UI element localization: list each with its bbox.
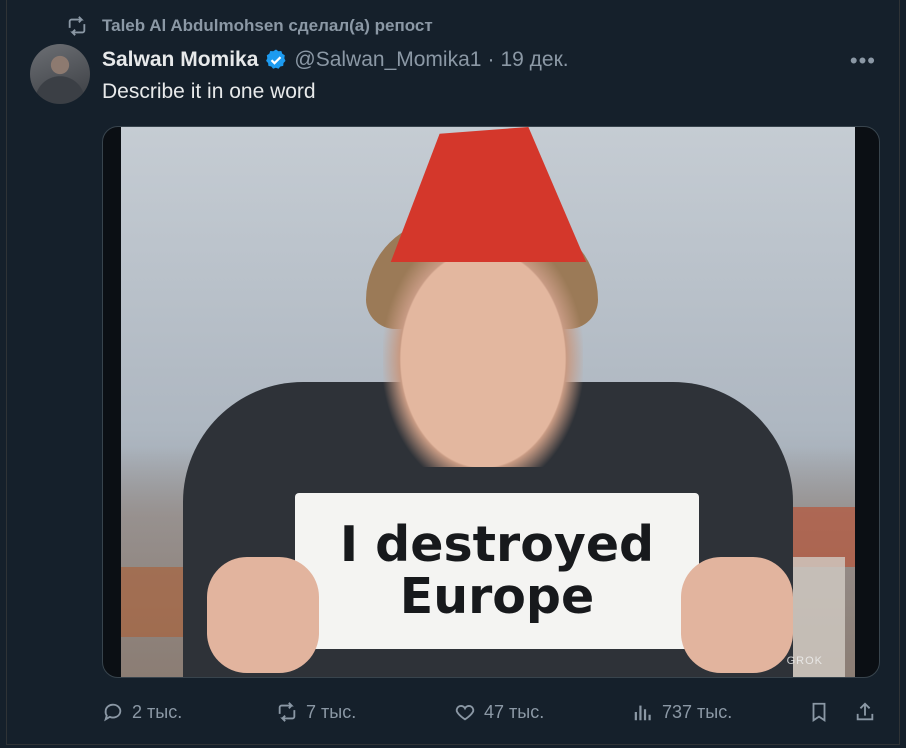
repost-banner[interactable]: Taleb Al Abdulmohsen сделал(а) репост	[66, 14, 433, 38]
avatar[interactable]	[30, 44, 90, 104]
heart-icon	[455, 705, 475, 721]
views-button[interactable]: 737 тыс.	[632, 701, 732, 723]
reply-button[interactable]: 2 тыс.	[102, 701, 182, 723]
red-hat	[390, 127, 587, 262]
watermark: GROK	[786, 655, 823, 667]
repost-button[interactable]: 7 тыс.	[276, 701, 356, 723]
tweet-header: Salwan Momika @Salwan_Momika1 · 19 дек.	[102, 46, 569, 74]
face	[383, 227, 583, 467]
share-button[interactable]	[854, 701, 876, 723]
repost-count: 7 тыс.	[306, 701, 357, 722]
right-hand	[681, 557, 793, 673]
share-icon	[856, 702, 874, 721]
bookmark-icon	[812, 702, 826, 722]
repost-icon	[68, 16, 86, 36]
verified-badge-icon[interactable]	[264, 48, 288, 72]
left-hand	[207, 557, 319, 673]
held-sign: I destroyed Europe	[295, 493, 699, 649]
author-name[interactable]: Salwan Momika	[102, 48, 258, 72]
sign-line-2: Europe	[399, 568, 595, 625]
separator-dot: ·	[487, 48, 495, 71]
author-handle[interactable]: @Salwan_Momika1	[294, 48, 481, 72]
bookmark-button[interactable]	[808, 701, 830, 723]
like-count: 47 тыс.	[484, 701, 545, 722]
sign-line-1: I destroyed	[339, 516, 655, 574]
repost-banner-text[interactable]: Taleb Al Abdulmohsen сделал(а) репост	[102, 16, 433, 36]
reply-count: 2 тыс.	[132, 701, 183, 722]
more-icon[interactable]: •••	[850, 48, 876, 74]
like-button[interactable]: 47 тыс.	[454, 701, 544, 723]
tweet-date[interactable]: 19 дек.	[500, 48, 568, 72]
tweet-actions: 2 тыс. 7 тыс. 47 тыс. 737 тыс.	[102, 696, 878, 728]
views-count: 737 тыс.	[662, 701, 733, 722]
tweet-media[interactable]: I destroyed Europe GROK	[102, 126, 880, 678]
views-icon	[634, 705, 651, 721]
media-image[interactable]: I destroyed Europe GROK	[121, 127, 855, 677]
reply-icon	[104, 703, 122, 722]
tweet-text: Describe it in one word	[102, 80, 316, 103]
repost-icon	[278, 702, 296, 722]
